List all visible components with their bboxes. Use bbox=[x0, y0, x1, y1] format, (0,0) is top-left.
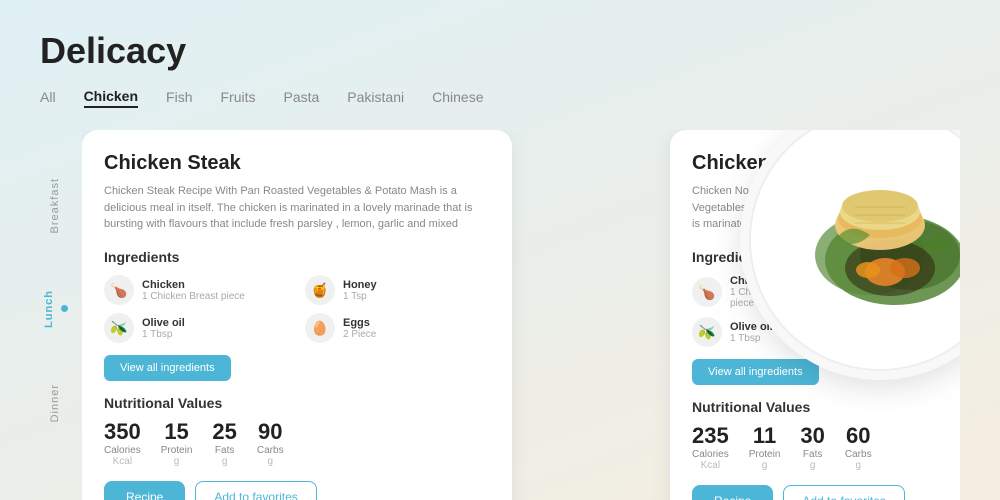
eggs-icon: 🥚 bbox=[305, 313, 335, 343]
calories-unit: Kcal bbox=[104, 456, 141, 467]
card1-nutrition-values: 350 Calories Kcal 15 Protein g 25 Fats bbox=[104, 419, 490, 467]
card2-oliveoil-icon: 🫒 bbox=[692, 317, 722, 347]
nutrition-fats: 25 Fats g bbox=[212, 419, 236, 467]
card2-carbs-label: Carbs bbox=[845, 449, 872, 460]
calories-label: Calories bbox=[104, 445, 141, 456]
card1-title: Chicken Steak bbox=[104, 152, 490, 175]
tab-chicken[interactable]: Chicken bbox=[84, 86, 138, 108]
ingredient-oliveoil-name: Olive oil bbox=[142, 317, 185, 329]
calories-number: 350 bbox=[104, 419, 141, 445]
card2-calories-label: Calories bbox=[692, 449, 729, 460]
content-area: Delicacy All Chicken Fish Fruits Pasta P… bbox=[0, 0, 1000, 500]
carbs-unit: g bbox=[257, 456, 284, 467]
card2-calories-number: 235 bbox=[692, 423, 729, 449]
card2-protein-unit: g bbox=[749, 460, 781, 471]
nutrition-carbs: 90 Carbs g bbox=[257, 419, 284, 467]
ingredient-eggs: 🥚 Eggs 2 Piece bbox=[305, 313, 490, 343]
sidebar-dinner[interactable]: Dinner bbox=[49, 384, 61, 422]
tab-all[interactable]: All bbox=[40, 87, 56, 107]
card2-view-all-button[interactable]: View all ingredients bbox=[692, 359, 819, 385]
card2-nutrition-fats: 30 Fats g bbox=[800, 423, 824, 471]
recipe-card-1: Chicken Steak Chicken Steak Recipe With … bbox=[82, 130, 512, 500]
card2-calories-unit: Kcal bbox=[692, 460, 729, 471]
tab-pasta[interactable]: Pasta bbox=[283, 87, 319, 107]
card2-protein-number: 11 bbox=[749, 423, 781, 449]
nav-tabs: All Chicken Fish Fruits Pasta Pakistani … bbox=[40, 86, 960, 108]
card2-fats-unit: g bbox=[800, 460, 824, 471]
card2-nutrition-values: 235 Calories Kcal 11 Protein g 30 Fats bbox=[692, 423, 948, 471]
ingredient-oliveoil-amount: 1 Tbsp bbox=[142, 329, 185, 340]
ingredient-honey-name: Honey bbox=[343, 279, 377, 291]
tab-fish[interactable]: Fish bbox=[166, 87, 192, 107]
nutrition-protein: 15 Protein g bbox=[161, 419, 193, 467]
page-title: Delicacy bbox=[40, 30, 960, 72]
card2-actions: Recipe Add to favorites bbox=[692, 485, 948, 500]
card2-nutrition-calories: 235 Calories Kcal bbox=[692, 423, 729, 471]
card1-favorites-button[interactable]: Add to favorites bbox=[195, 481, 316, 500]
sidebar-lunch[interactable]: Lunch bbox=[43, 290, 55, 328]
card1-ingredients-grid: 🍗 Chicken 1 Chicken Breast piece 🍯 Honey… bbox=[104, 275, 490, 343]
fats-unit: g bbox=[212, 456, 236, 467]
fats-number: 25 bbox=[212, 419, 236, 445]
card1-description: Chicken Steak Recipe With Pan Roasted Ve… bbox=[104, 183, 490, 235]
carbs-label: Carbs bbox=[257, 445, 284, 456]
tab-fruits[interactable]: Fruits bbox=[220, 87, 255, 107]
tab-chinese[interactable]: Chinese bbox=[432, 87, 483, 107]
card2-protein-label: Protein bbox=[749, 449, 781, 460]
sidebar-active-dot bbox=[61, 305, 68, 312]
oliveoil-icon: 🫒 bbox=[104, 313, 134, 343]
card2-favorites-button[interactable]: Add to favorites bbox=[783, 485, 904, 500]
ingredient-honey-amount: 1 Tsp bbox=[343, 291, 377, 302]
carbs-number: 90 bbox=[257, 419, 284, 445]
card1-ingredients-title: Ingredients bbox=[104, 249, 490, 265]
view-all-ingredients-button[interactable]: View all ingredients bbox=[104, 355, 231, 381]
tab-pakistani[interactable]: Pakistani bbox=[347, 87, 404, 107]
meal-sidebar: Breakfast Lunch Dinner bbox=[40, 150, 70, 450]
card2-carbs-number: 60 bbox=[845, 423, 872, 449]
honey-icon: 🍯 bbox=[305, 275, 335, 305]
card2-nutrition-title: Nutritional Values bbox=[692, 399, 948, 415]
protein-number: 15 bbox=[161, 419, 193, 445]
protein-label: Protein bbox=[161, 445, 193, 456]
protein-unit: g bbox=[161, 456, 193, 467]
ingredient-chicken-name: Chicken bbox=[142, 279, 245, 291]
card2-chicken-icon: 🍗 bbox=[692, 277, 722, 307]
ingredient-eggs-name: Eggs bbox=[343, 317, 376, 329]
card1-recipe-button[interactable]: Recipe bbox=[104, 481, 185, 500]
ingredient-honey: 🍯 Honey 1 Tsp bbox=[305, 275, 490, 305]
nutrition-calories: 350 Calories Kcal bbox=[104, 419, 141, 467]
ingredient-eggs-amount: 2 Piece bbox=[343, 329, 376, 340]
card2-nutrition-protein: 11 Protein g bbox=[749, 423, 781, 471]
card1-nutrition-title: Nutritional Values bbox=[104, 395, 490, 411]
card2-oliveoil-amount: 1 Tbsp bbox=[730, 333, 773, 344]
sidebar-breakfast[interactable]: Breakfast bbox=[49, 178, 61, 233]
card2-nutrition-carbs: 60 Carbs g bbox=[845, 423, 872, 471]
card2-carbs-unit: g bbox=[845, 460, 872, 471]
main-container: Delicacy All Chicken Fish Fruits Pasta P… bbox=[0, 0, 1000, 500]
card1-actions: Recipe Add to favorites bbox=[104, 481, 490, 500]
chicken-icon: 🍗 bbox=[104, 275, 134, 305]
ingredient-oliveoil: 🫒 Olive oil 1 Tbsp bbox=[104, 313, 289, 343]
card2-fats-number: 30 bbox=[800, 423, 824, 449]
ingredient-chicken: 🍗 Chicken 1 Chicken Breast piece bbox=[104, 275, 289, 305]
card2-recipe-button[interactable]: Recipe bbox=[692, 485, 773, 500]
ingredient-chicken-amount: 1 Chicken Breast piece bbox=[142, 291, 245, 302]
fats-label: Fats bbox=[212, 445, 236, 456]
card2-fats-label: Fats bbox=[800, 449, 824, 460]
